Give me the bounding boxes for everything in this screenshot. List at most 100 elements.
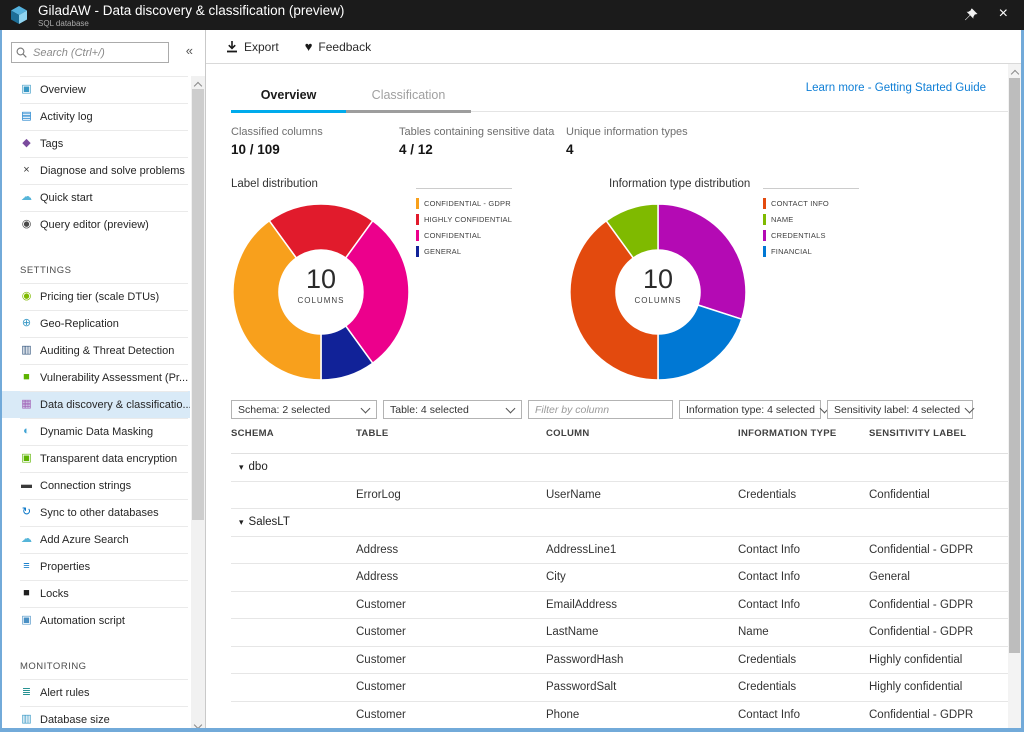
info-type-distribution-donut: 10 COLUMNS [568,202,748,382]
legend-item-credentials: CREDENTIALS [763,227,859,243]
main-scrollbar[interactable] [1008,64,1021,728]
database-size-icon: ▥ [20,713,33,726]
azure-portal-blade: GiladAW - Data discovery & classificatio… [0,0,1024,732]
chevron-down-icon [361,403,371,413]
blade-title-bar: GiladAW - Data discovery & classificatio… [0,0,1024,30]
pin-icon[interactable] [964,8,978,22]
legend-item-highly-confidential: HIGHLY CONFIDENTIAL [416,211,512,227]
tab-overview[interactable]: Overview [231,88,346,102]
table-row-customer-emailaddress[interactable]: CustomerEmailAddressContact InfoConfiden… [231,592,1008,620]
information-type-filter-dropdown[interactable]: Information type: 4 selected [679,400,821,419]
feedback-label: Feedback [318,40,371,54]
search-input[interactable] [31,46,164,60]
sidebar-item-add-azure-search[interactable]: ☁Add Azure Search [2,526,190,553]
sidebar-scrollbar[interactable] [191,76,205,728]
sidebar: « ▣Overview▤Activity log◆Tags×Diagnose a… [2,30,206,728]
sidebar-item-auditing-threat-detection[interactable]: ▥Auditing & Threat Detection [2,337,190,364]
filter-bar: Schema: 2 selected Table: 4 selected Infor… [231,400,1008,419]
transparent-data-encryption-icon: ▣ [20,452,33,465]
table-row-errorlog-username[interactable]: ErrorLogUserNameCredentialsConfidential [231,482,1008,510]
add-azure-search-icon: ☁ [20,533,33,546]
column-header-schema: SCHEMA [231,428,274,439]
main-scrollbar-thumb[interactable] [1009,78,1020,653]
export-button[interactable]: Export [226,40,279,54]
learn-more-link[interactable]: Learn more - Getting Started Guide [806,82,986,94]
close-icon[interactable]: × [999,4,1008,24]
schema-group-row-saleslt[interactable]: ▾SalesLT [231,509,1008,537]
cell-sensitivity-label: Confidential - GDPR [869,702,973,729]
sidebar-item-label: Overview [40,84,86,96]
sensitivity-label-filter-dropdown[interactable]: Sensitivity label: 4 selected [827,400,973,419]
table-row-address-city[interactable]: AddressCityContact InfoGeneral [231,564,1008,592]
sidebar-item-label: Tags [40,138,63,150]
sidebar-item-transparent-data-encryption[interactable]: ▣Transparent data encryption [2,445,190,472]
stat-label: Tables containing sensitive data [399,126,554,138]
stat-value: 4 [566,142,688,157]
donut-chart-labels[interactable] [231,202,411,382]
expand-caret-icon[interactable]: ▾ [239,462,244,473]
sidebar-item-diagnose-and-solve-problems[interactable]: ×Diagnose and solve problems [2,157,190,184]
tab-classification[interactable]: Classification [346,88,471,102]
scroll-up-arrow-icon[interactable] [191,76,205,89]
export-download-icon [226,40,238,53]
table-row-address-addressline1[interactable]: AddressAddressLine1Contact InfoConfident… [231,537,1008,565]
sidebar-item-label: Diagnose and solve problems [40,165,185,177]
sidebar-item-automation-script[interactable]: ▣Automation script [2,607,190,634]
sidebar-item-database-size[interactable]: ▥Database size [2,706,190,728]
sidebar-item-quick-start[interactable]: ☁Quick start [2,184,190,211]
expand-caret-icon[interactable]: ▾ [239,517,244,528]
table-row-customer-phone[interactable]: CustomerPhoneContact InfoConfidential - … [231,702,1008,729]
vulnerability-assessment-icon: ■ [20,371,33,384]
classification-table-body: ▾dboErrorLogUserNameCredentialsConfident… [231,453,1008,728]
sidebar-item-query-editor-preview[interactable]: ◉Query editor (preview) [2,211,190,238]
schema-group-row-dbo[interactable]: ▾dbo [231,454,1008,482]
schema-filter-dropdown[interactable]: Schema: 2 selected [231,400,377,419]
dropdown-value: Schema: 2 selected [238,404,330,416]
sidebar-item-properties[interactable]: ≡ Properties [2,553,190,580]
sidebar-scrollbar-thumb[interactable] [192,89,204,520]
sidebar-item-activity-log[interactable]: ▤Activity log [2,103,190,130]
sidebar-section-monitoring: MONITORING [2,634,190,679]
sidebar-item-pricing-tier-scale-dtus[interactable]: ◉Pricing tier (scale DTUs) [2,283,190,310]
cell-table: Address [356,564,398,591]
column-header-table: TABLE [356,428,388,439]
scroll-up-arrow-icon[interactable] [1008,64,1021,77]
donut-chart-info-types[interactable] [568,202,748,382]
sidebar-item-alert-rules[interactable]: ≣Alert rules [2,679,190,706]
collapse-sidebar-button[interactable]: « [186,43,193,58]
automation-script-icon: ▣ [20,614,33,627]
cell-table: Customer [356,592,406,619]
table-filter-dropdown[interactable]: Table: 4 selected [383,400,522,419]
scroll-down-arrow-icon[interactable] [191,715,205,728]
sidebar-item-geo-replication[interactable]: ⊕Geo-Replication [2,310,190,337]
donut-segment-financial[interactable] [658,305,742,380]
sidebar-item-locks[interactable]: ■Locks [2,580,190,607]
sidebar-item-connection-strings[interactable]: ▬Connection strings [2,472,190,499]
sidebar-nav: ▣Overview▤Activity log◆Tags×Diagnose and… [2,76,190,728]
window-border-bottom [0,728,1024,732]
sidebar-section-settings: SETTINGS [2,238,190,283]
table-row-customer-lastname[interactable]: CustomerLastNameNameConfidential - GDPR [231,619,1008,647]
sidebar-item-label: Data discovery & classificatio... [40,399,190,411]
properties-icon: ≡ [20,560,33,573]
cell-sensitivity-label: General [869,564,910,591]
legend-item-financial: FINANCIAL [763,243,859,259]
table-row-customer-passwordsalt[interactable]: CustomerPasswordSaltCredentialsHighly co… [231,674,1008,702]
sidebar-item-vulnerability-assessment-pr[interactable]: ■Vulnerability Assessment (Pr... [2,364,190,391]
schema-group-label: ▾dbo [239,454,268,481]
sidebar-item-label: Dynamic Data Masking [40,426,153,438]
sidebar-item-sync-to-other-databases[interactable]: ↻Sync to other databases [2,499,190,526]
donut-segment-credentials[interactable] [658,204,746,319]
blade-subtitle: SQL database [38,19,89,28]
sidebar-item-data-discovery-classificatio[interactable]: ▦Data discovery & classificatio... [2,391,190,418]
feedback-button[interactable]: ♥ Feedback [305,40,371,54]
table-header-row: SCHEMATABLECOLUMNINFORMATION TYPESENSITI… [231,428,1008,442]
sidebar-item-overview[interactable]: ▣Overview [2,76,190,103]
table-row-customer-passwordhash[interactable]: CustomerPasswordHashCredentialsHighly co… [231,647,1008,675]
sidebar-item-label: Properties [40,561,90,573]
sidebar-item-dynamic-data-masking[interactable]: ◐Dynamic Data Masking [2,418,190,445]
sidebar-item-tags[interactable]: ◆Tags [2,130,190,157]
column-filter-input[interactable] [528,400,673,419]
stat-value: 10 / 109 [231,142,323,157]
label-distribution-legend: CONFIDENTIAL - GDPRHIGHLY CONFIDENTIALCO… [416,188,512,259]
